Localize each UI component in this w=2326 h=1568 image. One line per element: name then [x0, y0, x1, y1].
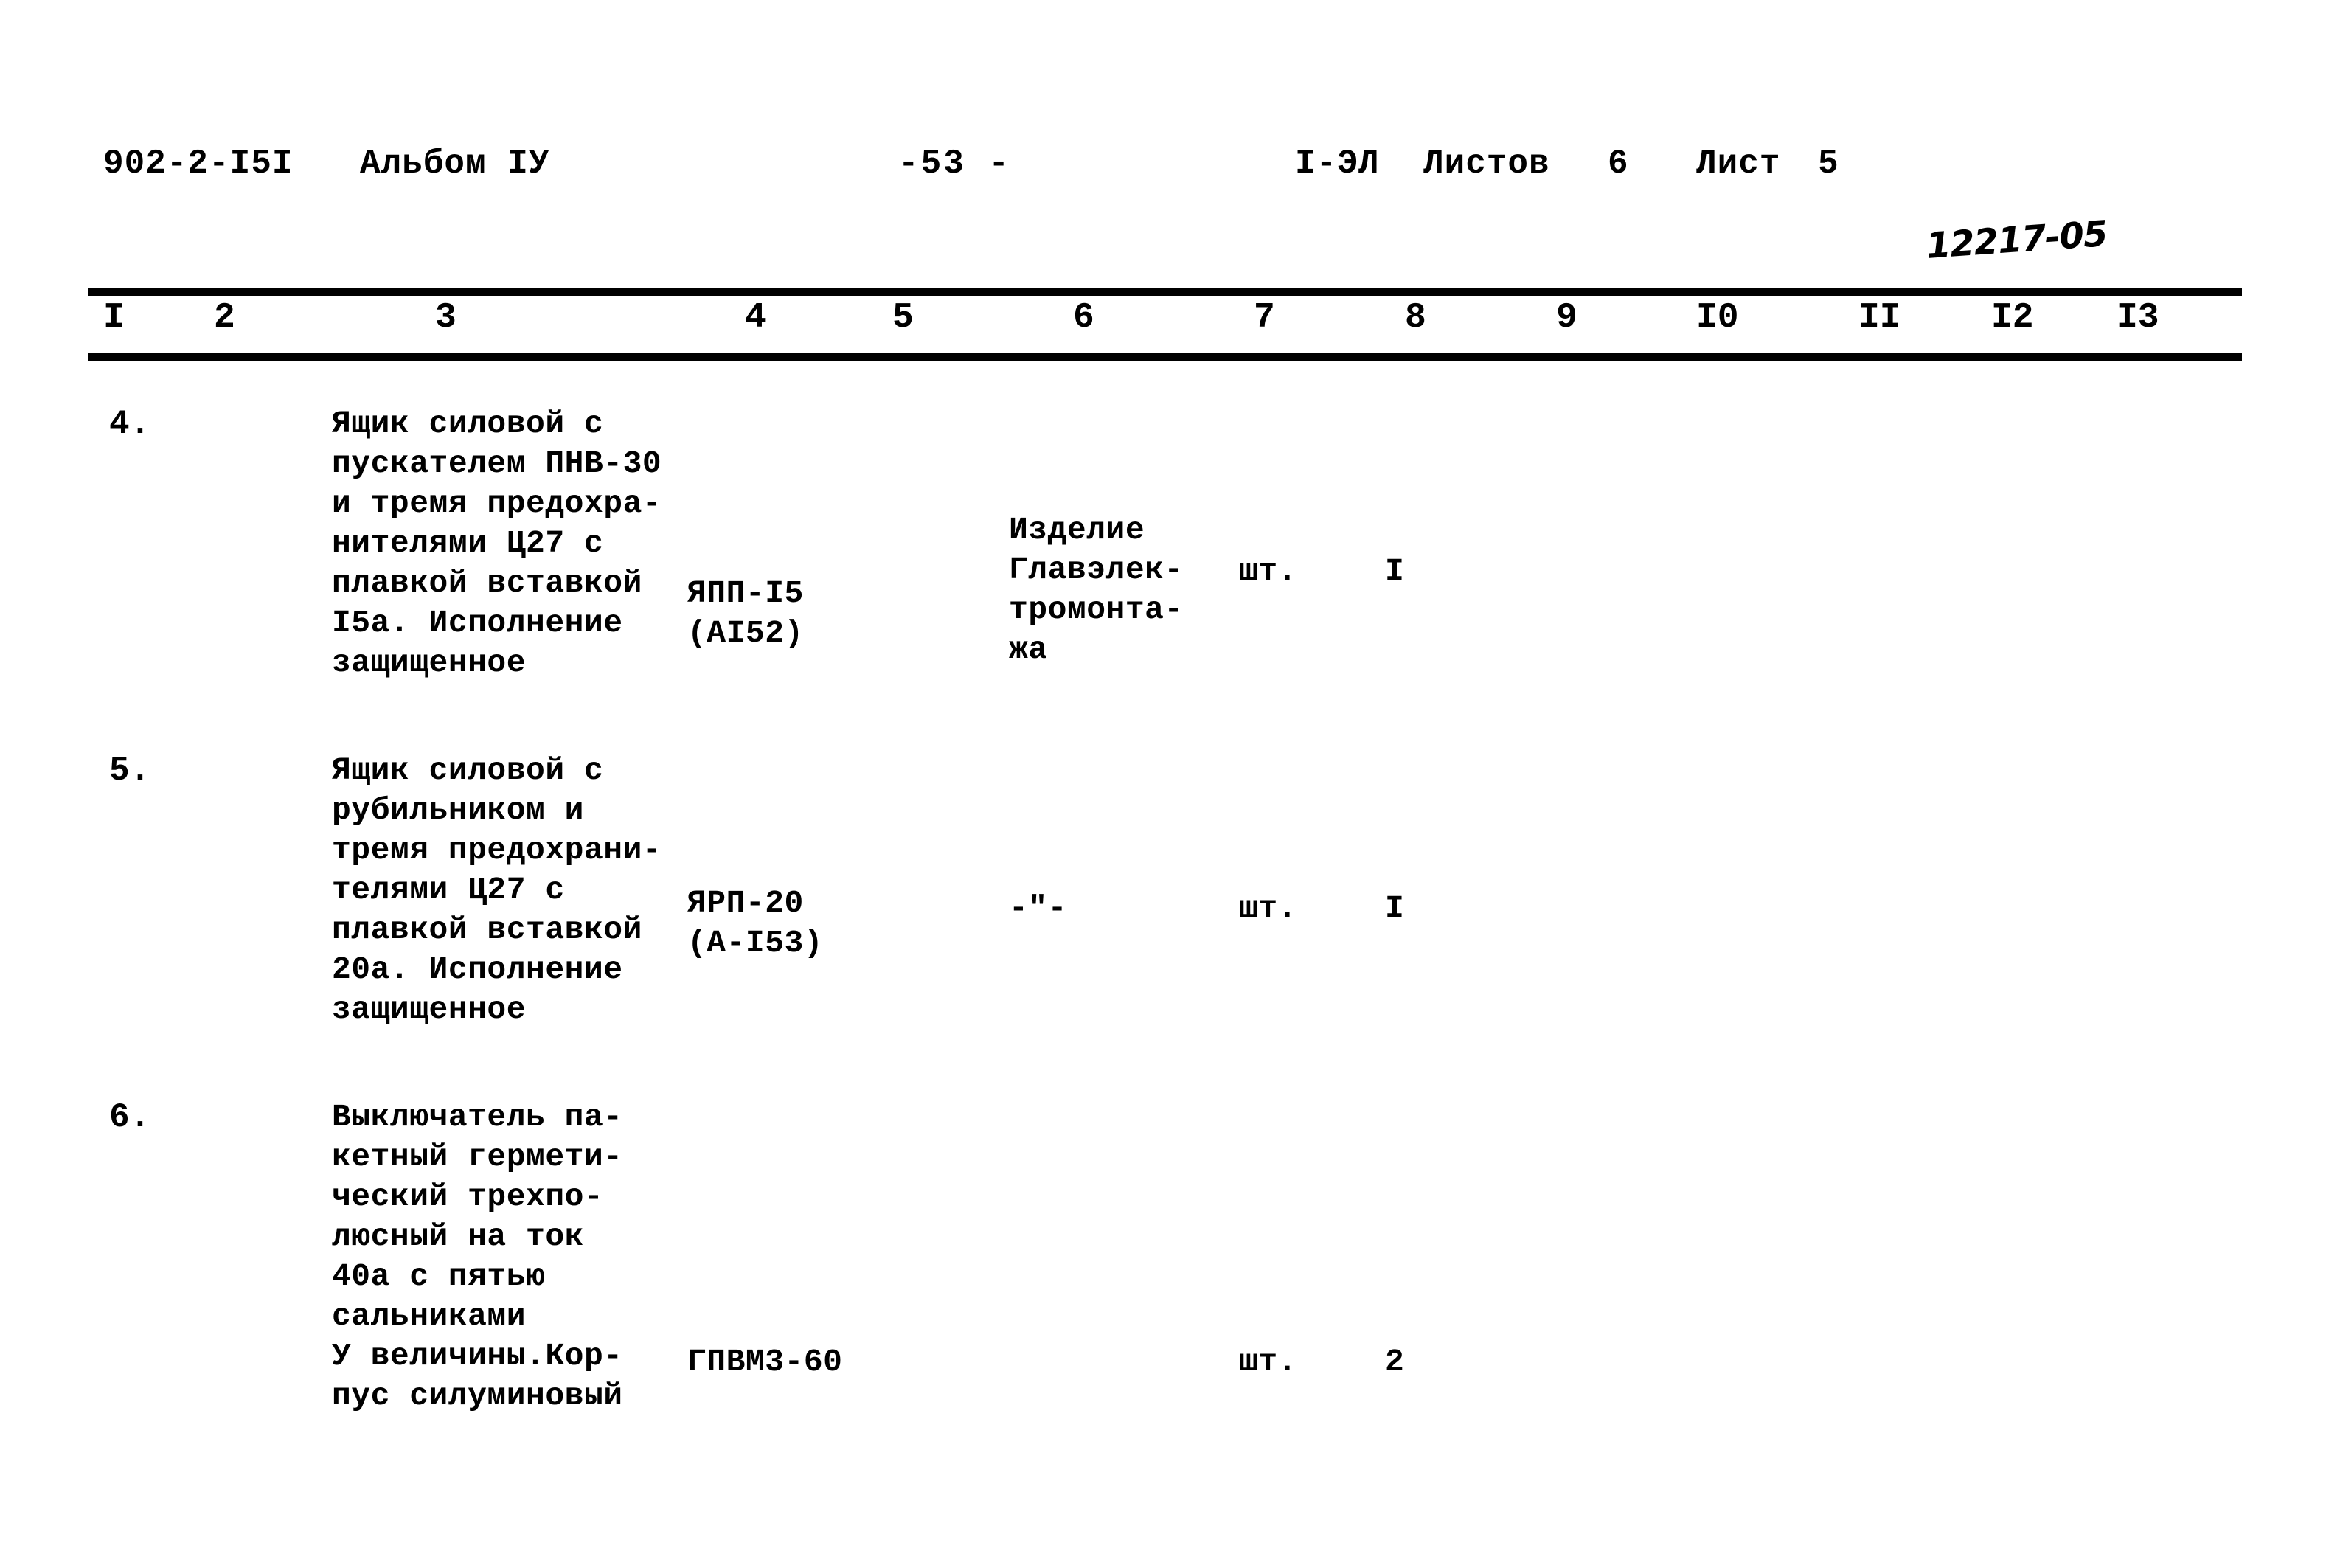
row-unit: шт.	[1239, 1344, 1297, 1380]
row-quantity: I	[1385, 553, 1405, 589]
row-type-designation: ЯРП-20 (А-I53)	[687, 885, 824, 961]
row-number: 6.	[109, 1098, 151, 1137]
row-manufacturer: Изделие Главэлек- тромонта- жа	[1009, 512, 1184, 667]
row-type-designation: ЯПП-I5 (АI52)	[687, 575, 804, 651]
row-number: 5.	[109, 752, 151, 790]
scanned-document-page: 902-2-I5I Альбом IУ -53 - I-ЭЛ Листов 6 …	[0, 0, 2326, 1568]
row-quantity: I	[1385, 890, 1405, 926]
row-manufacturer: -"-	[1009, 890, 1067, 926]
row-description: Ящик силовой с пускателем ПНВ-30 и тремя…	[332, 406, 662, 681]
row-quantity: 2	[1385, 1344, 1405, 1380]
row-description: Ящик силовой с рубильником и тремя предо…	[332, 752, 662, 1027]
row-type-designation: ГПВМ3-60	[687, 1344, 843, 1380]
row-unit: шт.	[1239, 553, 1297, 589]
row-number: 4.	[109, 405, 151, 443]
table-body: 4. Ящик силовой с пускателем ПНВ-30 и тре…	[0, 0, 2326, 1568]
row-unit: шт.	[1239, 890, 1297, 926]
row-description: Выключатель па- кетный гермети- ческий т…	[332, 1099, 623, 1414]
